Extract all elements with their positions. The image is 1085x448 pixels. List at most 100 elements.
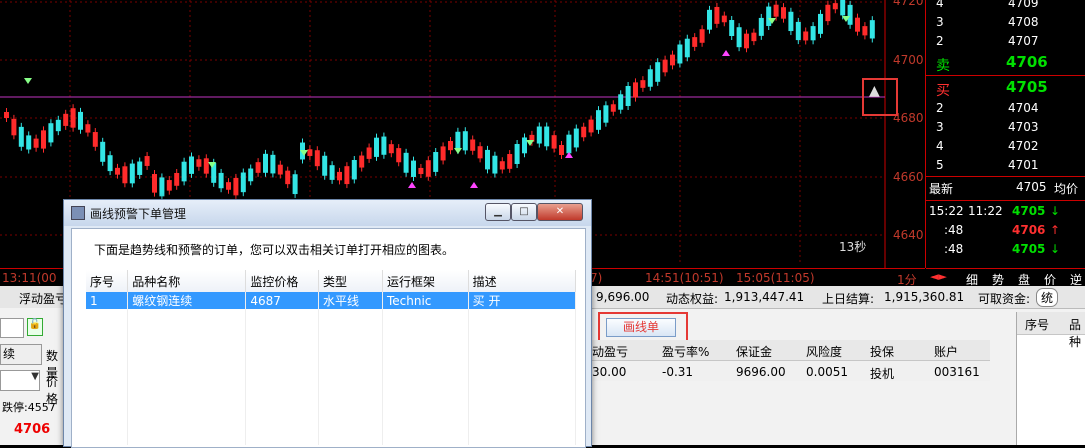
candle-body <box>773 4 779 17</box>
candle-body <box>855 17 860 32</box>
tab-arrows[interactable]: ◄► <box>930 270 947 283</box>
price-select[interactable]: ▼ <box>0 370 40 391</box>
candle-body <box>26 135 32 150</box>
tick-row: :48 4705 ↓ <box>944 242 1061 256</box>
table-row[interactable]: 1 螺纹钢连续 4687 水平线 Technic 买 开 <box>86 292 577 309</box>
signal-arrow <box>565 152 573 158</box>
candle-body <box>55 119 61 132</box>
close-icon[interactable]: ✕ <box>537 203 583 221</box>
col-header[interactable]: 监控价格 <box>245 270 320 292</box>
candle-body <box>248 168 254 182</box>
time-label: 13:11(00 <box>2 271 57 285</box>
candle-body <box>522 137 527 154</box>
candle-body <box>122 166 128 184</box>
candle-body <box>181 161 187 182</box>
candle-body <box>196 159 202 167</box>
candle-body <box>633 82 638 98</box>
dialog-title: 画线预警下单管理 <box>90 207 187 221</box>
candle-body <box>374 137 379 157</box>
ask-row: 4 4709 <box>936 0 1039 10</box>
cell-type: 水平线 <box>318 292 383 309</box>
signal-arrow <box>470 182 478 188</box>
signal-arrow <box>24 78 32 84</box>
ask-row: 3 4708 <box>936 15 1039 29</box>
candle-body <box>470 139 476 151</box>
candle-body <box>832 3 838 10</box>
candle-body <box>751 32 757 42</box>
candle-body <box>781 7 786 19</box>
ask1-row: 卖 4706 <box>936 53 1048 74</box>
bid-row: 4 4702 <box>936 139 1039 153</box>
candle-body <box>218 172 224 189</box>
draw-alert-dialog[interactable]: 画线预警下单管理 ▁ □ ✕ 下面是趋势线和预警的订单，您可以双击相关订单打开相… <box>63 199 592 448</box>
candle-body <box>596 110 601 130</box>
candle-body <box>11 118 17 136</box>
candle-body <box>707 9 712 30</box>
candle-body <box>810 26 816 41</box>
candle-body <box>337 171 342 181</box>
cell-frame: Technic <box>382 292 469 309</box>
maximize-icon[interactable]: □ <box>511 203 537 221</box>
col-header[interactable]: 类型 <box>318 270 383 292</box>
positions-row[interactable]: 30.00 -0.31 9696.00 0.0051 投机 003161 <box>590 361 990 381</box>
dialog-titlebar[interactable]: 画线预警下单管理 ▁ □ ✕ <box>64 200 591 226</box>
col-header[interactable]: 序号 <box>86 270 129 292</box>
candle-body <box>766 6 772 26</box>
continue-button[interactable]: 续 <box>0 344 42 365</box>
candle-body <box>455 131 461 151</box>
candle-body <box>603 105 609 123</box>
candle-body <box>840 0 846 16</box>
candle-body <box>292 174 298 195</box>
candle-body <box>285 170 291 185</box>
candle-body <box>166 180 172 191</box>
signal-arrow <box>526 140 534 146</box>
bid-row: 2 4704 <box>936 101 1039 115</box>
candle-body <box>847 4 853 25</box>
book-tabs: ◄► 细 势 盘 价 逆 <box>926 268 1085 287</box>
candle-body <box>721 15 727 23</box>
y-tick: 4660 <box>893 170 924 184</box>
candle-body <box>662 59 668 73</box>
minimize-icon[interactable]: ▁ <box>485 203 511 221</box>
candle-body <box>366 147 372 159</box>
settle-value: 1,915,360.81 <box>884 290 965 304</box>
signal-arrow <box>408 182 416 188</box>
candle-body <box>107 155 113 172</box>
candle-body <box>33 138 39 148</box>
candle-body <box>159 177 165 197</box>
order-entry-panel: 🔓 续 数量 ▼ 价格 跌停:4557 4706 <box>0 308 63 445</box>
candle-body <box>41 130 46 149</box>
bid-row: 3 4703 <box>936 120 1039 134</box>
candle-body <box>618 94 624 110</box>
candle-body <box>115 167 120 175</box>
candle-body <box>499 161 505 170</box>
candle-body <box>610 104 616 112</box>
limit-down: 跌停:4557 <box>2 401 56 414</box>
col-header[interactable]: 品种名称 <box>127 270 247 292</box>
candle-body <box>581 126 587 138</box>
candle-body <box>48 123 54 143</box>
candle-body <box>233 177 239 196</box>
lock-icon[interactable]: 🔓 <box>27 318 43 336</box>
candle-body <box>640 80 646 88</box>
bell-icon[interactable]: ▲ <box>869 83 880 99</box>
signal-arrow <box>722 50 730 56</box>
candle-body <box>818 13 823 34</box>
col-header[interactable]: 描述 <box>468 270 577 292</box>
candle-body <box>418 167 424 175</box>
candle-body <box>255 162 261 173</box>
candle-body <box>862 26 868 36</box>
alert-order-table: 序号 品种名称 监控价格 类型 运行框架 描述 1 螺纹钢连续 4687 水平线… <box>86 270 577 445</box>
draw-order-button[interactable]: 画线单 <box>606 318 676 337</box>
table-header: 序号 品种名称 监控价格 类型 运行框架 描述 <box>86 270 577 292</box>
y-tick: 4720 <box>893 0 924 8</box>
candle-body <box>625 86 631 106</box>
countdown-timer: 13秒 <box>839 240 867 254</box>
avail-button[interactable]: 统 <box>1036 288 1059 307</box>
candle-body <box>203 158 209 174</box>
candle-body <box>795 21 801 41</box>
bid-row: 5 4701 <box>936 158 1039 172</box>
candle-body <box>559 145 564 155</box>
col-header[interactable]: 运行框架 <box>382 270 469 292</box>
candle-body <box>381 136 387 155</box>
